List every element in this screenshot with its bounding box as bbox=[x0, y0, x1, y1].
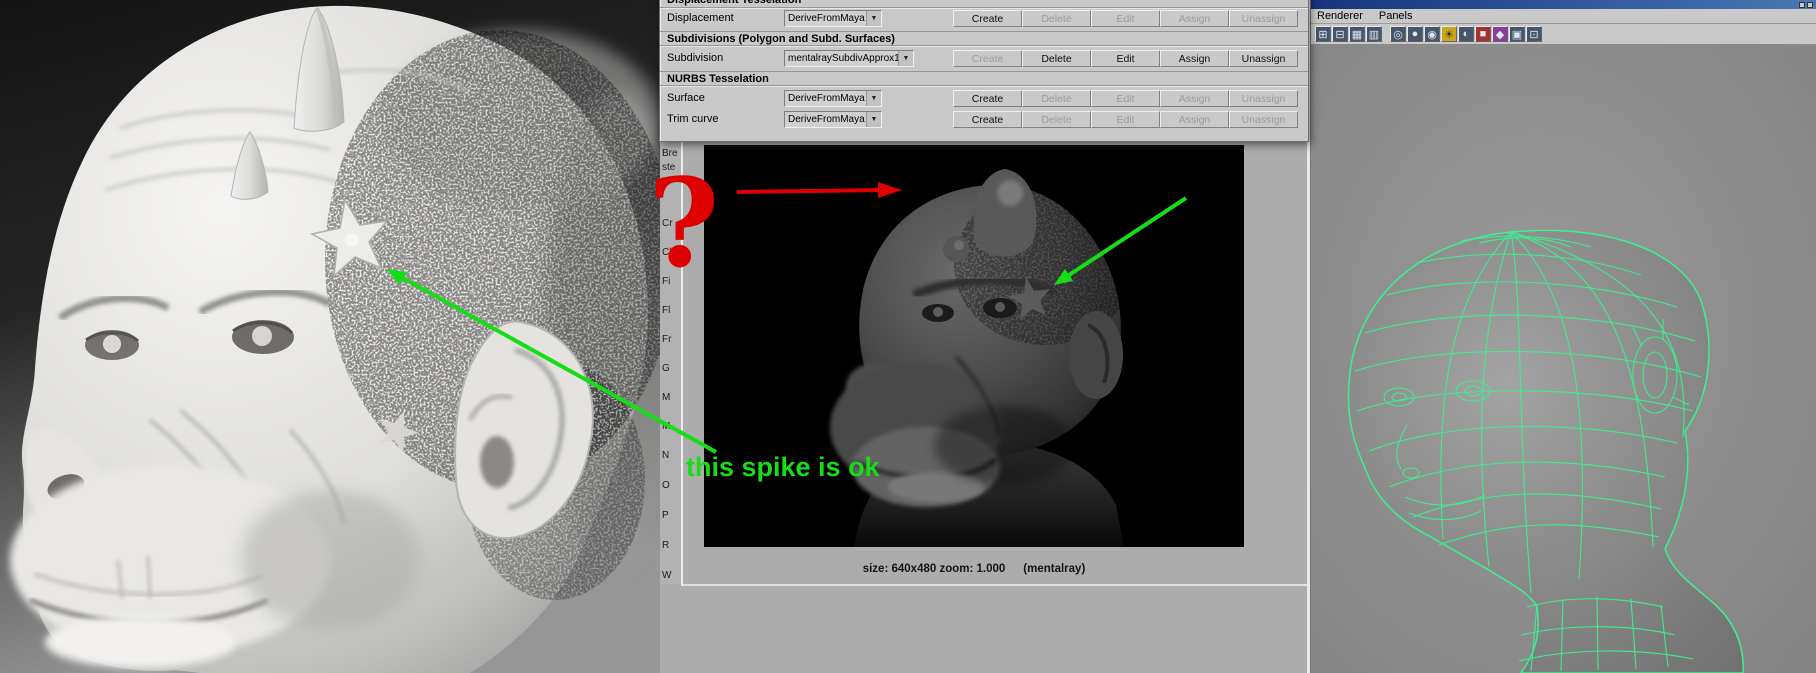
strip-fragment: O bbox=[662, 480, 670, 491]
textured-display-icon[interactable]: ◉ bbox=[1424, 26, 1440, 42]
field-label: Trim curve bbox=[667, 113, 719, 125]
strip-fragment: W bbox=[662, 570, 672, 581]
strip-fragment: G bbox=[662, 363, 670, 374]
field-label: Subdivision bbox=[667, 52, 724, 64]
strip-fragment: M bbox=[662, 392, 671, 403]
single-pane-layout-icon[interactable]: ⊞ bbox=[1315, 26, 1331, 42]
field-label: Displacement bbox=[667, 12, 734, 24]
section-header-nurbs: NURBS Tesselation bbox=[660, 71, 1308, 86]
edit-button: Edit bbox=[1091, 111, 1160, 128]
render-status-bar: size: 640x480 zoom: 1.000 (mentalray) bbox=[704, 563, 1244, 575]
film-gate-icon[interactable]: ⊡ bbox=[1526, 26, 1542, 42]
create-button[interactable]: Create bbox=[953, 111, 1022, 128]
trim-curve-method-dropdown[interactable]: DeriveFromMaya ▼ bbox=[784, 111, 882, 128]
attribute-strip: Bre ste Cr Cl Fi Fl Fr G M M N O P R W bbox=[660, 140, 681, 584]
unassign-button: Unassign bbox=[1229, 111, 1298, 128]
grid-display-icon[interactable]: ▣ bbox=[1509, 26, 1525, 42]
chevron-down-icon[interactable]: ▼ bbox=[866, 112, 881, 127]
rendered-head-image bbox=[704, 145, 1244, 547]
edit-button[interactable]: Edit bbox=[1091, 50, 1160, 67]
section-header-subdivisions: Subdivisions (Polygon and Subd. Surfaces… bbox=[660, 31, 1308, 46]
strip-fragment: Cl bbox=[662, 247, 672, 258]
delete-button: Delete bbox=[1022, 10, 1091, 27]
strip-fragment: R bbox=[662, 540, 670, 551]
delete-button[interactable]: Delete bbox=[1022, 50, 1091, 67]
unassign-button: Unassign bbox=[1229, 90, 1298, 107]
strip-fragment: Fr bbox=[662, 334, 672, 345]
unassign-button[interactable]: Unassign bbox=[1229, 50, 1298, 67]
strip-fragment: Cr bbox=[662, 218, 673, 229]
trim-curve-row: Trim curve DeriveFromMaya ▼ Create Delet… bbox=[660, 110, 1308, 129]
unassign-button: Unassign bbox=[1229, 10, 1298, 27]
tessellation-attributes-dialog: Displacement Tesselation Displacement De… bbox=[659, 0, 1309, 142]
default-light-icon[interactable]: ☀ bbox=[1441, 26, 1457, 42]
panel-menubar: Renderer Panels bbox=[1311, 9, 1816, 24]
strip-fragment: Fl bbox=[662, 305, 671, 316]
sculpt-viewport bbox=[0, 0, 685, 673]
titlebar-control-icon[interactable] bbox=[1807, 1, 1813, 8]
screenshot-root: Bre ste Cr Cl Fi Fl Fr G M M N O P R W s… bbox=[0, 0, 1816, 673]
four-pane-layout-icon[interactable]: ⊟ bbox=[1332, 26, 1348, 42]
panel-titlebar bbox=[1311, 0, 1816, 9]
assign-button[interactable]: Assign bbox=[1160, 50, 1229, 67]
menu-panels[interactable]: Panels bbox=[1379, 10, 1413, 22]
wireframe-head-model bbox=[1311, 45, 1816, 673]
menu-renderer[interactable]: Renderer bbox=[1317, 10, 1363, 22]
create-button[interactable]: Create bbox=[953, 10, 1022, 27]
dropdown-value: DeriveFromMaya bbox=[788, 93, 865, 104]
delete-button: Delete bbox=[1022, 111, 1091, 128]
dropdown-value: DeriveFromMaya bbox=[788, 114, 865, 125]
viewport-toolbar: ⊞ ⊟ ▦ ▥ ◎ ● ◉ ☀ ◐ ■ ◆ ▣ ⊡ bbox=[1311, 24, 1816, 45]
rendered-image-area bbox=[704, 145, 1244, 547]
smooth-shade-icon[interactable]: ● bbox=[1407, 26, 1423, 42]
maya-viewport-panel: Renderer Panels ⊞ ⊟ ▦ ▥ ◎ ● ◉ ☀ ◐ ■ ◆ ▣ … bbox=[1310, 0, 1816, 673]
assign-button: Assign bbox=[1160, 111, 1229, 128]
edit-button: Edit bbox=[1091, 90, 1160, 107]
surface-method-dropdown[interactable]: DeriveFromMaya ▼ bbox=[784, 90, 882, 107]
use-all-lights-icon[interactable]: ◐ bbox=[1458, 26, 1474, 42]
titlebar-control-icon[interactable] bbox=[1799, 1, 1805, 8]
subdivision-approx-dropdown[interactable]: mentalraySubdivApprox1 ▼ bbox=[784, 50, 914, 67]
delete-button: Delete bbox=[1022, 90, 1091, 107]
chevron-down-icon[interactable]: ▼ bbox=[866, 91, 881, 106]
surface-row: Surface DeriveFromMaya ▼ Create Delete E… bbox=[660, 89, 1308, 108]
horizontal-split-layout-icon[interactable]: ▦ bbox=[1349, 26, 1365, 42]
wireframe-viewport[interactable] bbox=[1311, 45, 1816, 673]
strip-fragment: M bbox=[662, 421, 671, 432]
dropdown-value: DeriveFromMaya bbox=[788, 13, 865, 24]
strip-fragment: N bbox=[662, 450, 670, 461]
displacement-method-dropdown[interactable]: DeriveFromMaya ▼ bbox=[784, 10, 882, 27]
strip-fragment: Bre bbox=[662, 148, 678, 159]
wireframe-display-icon[interactable]: ◎ bbox=[1390, 26, 1406, 42]
chevron-down-icon[interactable]: ▼ bbox=[866, 11, 881, 26]
section-header-displacement: Displacement Tesselation bbox=[660, 0, 1308, 8]
window-edge bbox=[681, 140, 683, 586]
render-size-zoom-text: size: 640x480 zoom: 1.000 bbox=[862, 563, 1006, 575]
assign-button: Assign bbox=[1160, 10, 1229, 27]
window-edge bbox=[683, 584, 1307, 586]
create-button[interactable]: Create bbox=[953, 90, 1022, 107]
subdivision-row: Subdivision mentalraySubdivApprox1 ▼ Cre… bbox=[660, 49, 1308, 68]
assign-button: Assign bbox=[1160, 90, 1229, 107]
displacement-row: Displacement DeriveFromMaya ▼ Create Del… bbox=[660, 9, 1308, 28]
edit-button: Edit bbox=[1091, 10, 1160, 27]
sculpt-head-image bbox=[0, 0, 685, 673]
texture-view-icon[interactable]: ◆ bbox=[1492, 26, 1508, 42]
renderer-name-text: (mentalray) bbox=[1023, 563, 1086, 575]
strip-fragment: P bbox=[662, 510, 669, 521]
chevron-down-icon[interactable]: ▼ bbox=[898, 51, 913, 66]
strip-fragment: Fi bbox=[662, 276, 671, 287]
create-button: Create bbox=[953, 50, 1022, 67]
vertical-split-layout-icon[interactable]: ▥ bbox=[1366, 26, 1382, 42]
shadows-icon[interactable]: ■ bbox=[1475, 26, 1491, 42]
strip-fragment: ste bbox=[662, 162, 676, 173]
dropdown-value: mentalraySubdivApprox1 bbox=[788, 53, 898, 64]
field-label: Surface bbox=[667, 92, 705, 104]
